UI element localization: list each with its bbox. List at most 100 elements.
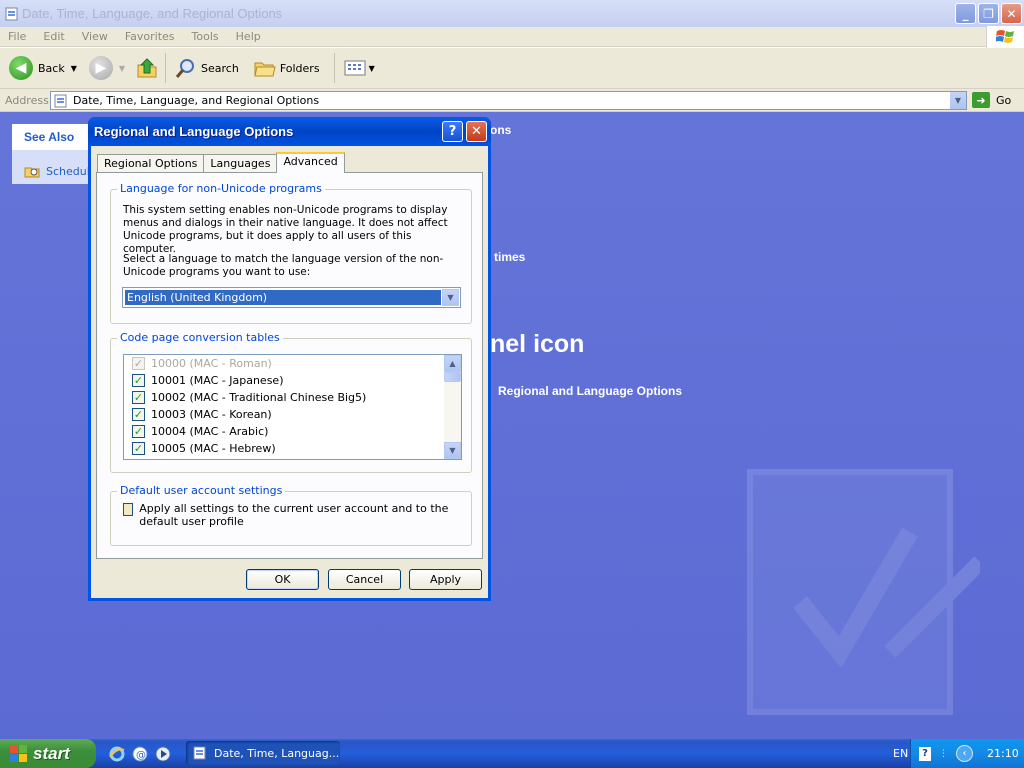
tab-strip: Regional Options Languages Advanced [97,151,345,173]
dialog-titlebar[interactable]: Regional and Language Options ? ✕ [88,117,491,146]
apply-button[interactable]: Apply [409,569,482,590]
internet-explorer-icon[interactable] [108,745,126,763]
apply-default-profile-checkbox[interactable] [123,503,134,516]
scroll-thumb[interactable] [444,372,461,382]
taskbar: start @ Date, Time, Languag... EN ? ⋮ ‹ … [0,739,1024,768]
address-bar: Address Date, Time, Language, and Region… [0,89,1024,112]
up-folder-icon [137,58,157,78]
search-label: Search [201,61,239,75]
menu-view[interactable]: View [74,30,117,43]
go-button[interactable]: ➜ Go [972,92,1011,108]
chevron-down-icon[interactable]: ▼ [442,289,459,306]
forward-button[interactable]: ▶ ▼ [88,56,125,80]
menu-help[interactable]: Help [228,30,270,43]
checkbox[interactable]: ✓ [132,425,145,438]
folders-label: Folders [279,61,320,75]
tab-advanced[interactable]: Advanced [276,152,345,173]
taskbar-window-button[interactable]: Date, Time, Languag... [186,741,340,765]
list-item-label: 10002 (MAC - Traditional Chinese Big5) [151,391,367,404]
close-button[interactable]: ✕ [1001,3,1022,24]
scroll-up-icon[interactable]: ▲ [444,355,461,372]
folders-button[interactable]: Folders [253,56,320,80]
bg-heading: nel icon [490,330,585,358]
nonunicode-group-title: Language for non-Unicode programs [117,182,325,195]
up-folder-button[interactable] [135,56,159,80]
control-panel-watermark-icon [747,469,980,715]
nonunicode-group: Language for non-Unicode programs This s… [110,182,472,324]
menu-file[interactable]: File [0,30,35,43]
media-player-icon[interactable] [154,745,172,763]
start-button[interactable]: start [0,739,96,768]
codepage-group-title: Code page conversion tables [117,331,283,344]
list-item-label: 10005 (MAC - Hebrew) [151,442,276,455]
scroll-down-icon[interactable]: ▼ [444,442,461,459]
checkbox: ✓ [132,357,145,370]
advanced-tab-panel: Language for non-Unicode programs This s… [96,172,483,559]
codepage-group: Code page conversion tables ✓ 10000 (MAC… [110,331,472,473]
toolbar: ◀ Back ▼ ▶ ▼ Search Folders ▼ [0,48,1024,89]
codepage-list[interactable]: ✓ 10000 (MAC - Roman) ✓ 10001 (MAC - Jap… [123,354,462,460]
address-input[interactable]: Date, Time, Language, and Regional Optio… [50,91,967,110]
list-item[interactable]: ✓ 10005 (MAC - Hebrew) [124,440,461,457]
list-item-label: 10001 (MAC - Japanese) [151,374,284,387]
checkbox[interactable]: ✓ [132,374,145,387]
checkbox[interactable]: ✓ [132,442,145,455]
tab-regional-options[interactable]: Regional Options [97,154,205,173]
default-user-group: Default user account settings Apply all … [110,484,472,546]
nonunicode-language-select[interactable]: English (United Kingdom) ▼ [122,287,461,308]
regional-language-options-link[interactable]: Regional and Language Options [498,384,682,398]
checkbox[interactable]: ✓ [132,408,145,421]
window-titlebar[interactable]: Date, Time, Language, and Regional Optio… [0,0,1024,27]
search-button[interactable]: Search [174,56,239,80]
forward-dropdown-icon[interactable]: ▼ [119,64,125,73]
ok-button[interactable]: OK [246,569,319,590]
bg-task-text[interactable]: times [494,250,525,264]
views-dropdown-icon[interactable]: ▼ [369,64,375,73]
list-item[interactable]: ✓ 10001 (MAC - Japanese) [124,372,461,389]
back-label: Back [38,61,65,75]
tab-languages[interactable]: Languages [203,154,278,173]
minimize-button[interactable]: _ [955,3,976,24]
address-dropdown-icon[interactable]: ▼ [950,92,966,109]
outlook-express-icon[interactable]: @ [131,745,149,763]
back-arrow-icon: ◀ [9,56,33,80]
help-button[interactable]: ? [442,121,463,142]
list-item-label: 10000 (MAC - Roman) [151,357,272,370]
bg-task-text[interactable]: ons [490,123,511,137]
list-item[interactable]: ✓ 10004 (MAC - Arabic) [124,423,461,440]
list-item[interactable]: ✓ 10002 (MAC - Traditional Chinese Big5) [124,389,461,406]
window-title: Date, Time, Language, and Regional Optio… [22,6,283,21]
restore-button[interactable]: ❐ [978,3,999,24]
list-item: ✓ 10000 (MAC - Roman) [124,355,461,372]
scheduled-tasks-icon [24,167,40,178]
list-scrollbar[interactable]: ▲ ▼ [444,355,461,459]
back-button[interactable]: ◀ Back ▼ [9,56,77,80]
toolbar-separator [165,53,167,83]
back-dropdown-icon[interactable]: ▼ [71,64,77,73]
menu-favorites[interactable]: Favorites [117,30,184,43]
language-indicator[interactable]: EN [893,747,908,760]
apply-default-profile-row[interactable]: Apply all settings to the current user a… [123,502,453,528]
control-panel-icon [5,7,18,20]
views-button[interactable]: ▼ [343,58,375,78]
views-icon [344,60,366,76]
clock[interactable]: 21:10 [987,747,1019,760]
help-tray-icon[interactable]: ? [919,746,931,761]
menu-tools[interactable]: Tools [184,30,228,43]
dialog-body: Regional Options Languages Advanced Lang… [91,146,488,598]
menu-edit[interactable]: Edit [35,30,73,43]
taskbar-window-label: Date, Time, Languag... [214,746,340,760]
go-arrow-icon: ➜ [972,92,990,108]
folders-icon [254,62,276,77]
checkbox[interactable]: ✓ [132,391,145,404]
regional-language-dialog: Regional and Language Options ? ✕ Region… [88,117,491,601]
windows-flag-icon [10,744,28,763]
show-hidden-icons-button[interactable]: ‹ [956,745,973,762]
cancel-button[interactable]: Cancel [328,569,401,590]
list-item-label: 10004 (MAC - Arabic) [151,425,269,438]
menu-bar: File Edit View Favorites Tools Help [0,26,1024,48]
control-panel-icon [193,746,206,760]
forward-arrow-icon: ▶ [88,56,113,80]
dialog-close-button[interactable]: ✕ [466,121,487,142]
list-item[interactable]: ✓ 10003 (MAC - Korean) [124,406,461,423]
